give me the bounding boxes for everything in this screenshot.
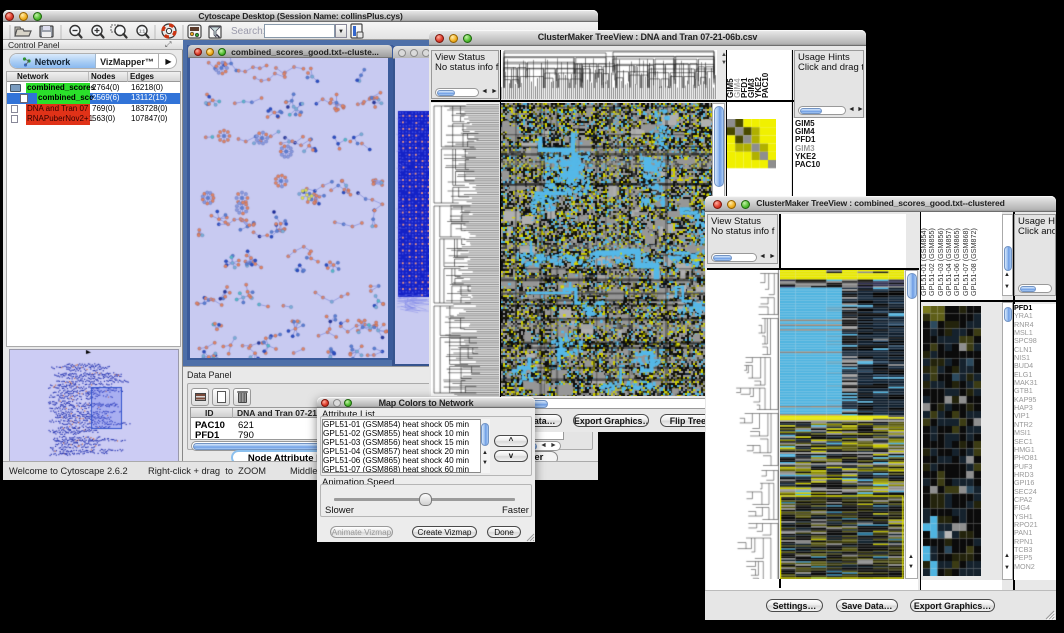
svg-text:1:1: 1:1 [139, 29, 146, 34]
